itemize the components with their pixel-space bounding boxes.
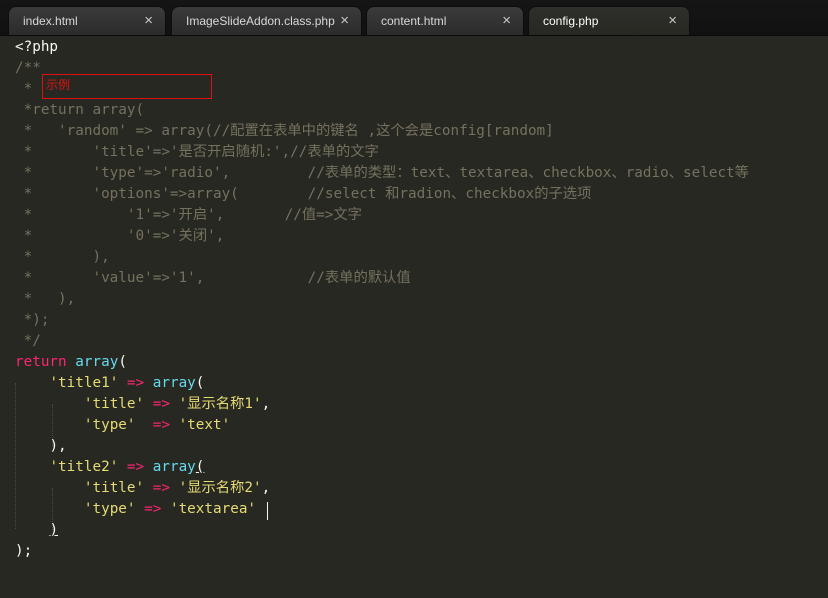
- code-line: * ),: [15, 291, 76, 307]
- code-line: 'title2' => array(: [15, 457, 204, 478]
- code-line: * ),: [15, 249, 110, 265]
- code-line: * 'value'=>'1', //表单的默认值: [15, 270, 411, 286]
- code-line: <?php: [15, 39, 59, 55]
- string-token: 'textarea': [169, 501, 257, 517]
- matched-bracket: (: [195, 459, 205, 475]
- operator-token: =>: [126, 375, 145, 391]
- string-token: '显示名称2': [178, 480, 262, 496]
- code-line: 'title' => '显示名称1',: [15, 394, 270, 415]
- function-token: array: [152, 375, 196, 391]
- code-line: * 'options'=>array( //select 和radion、che…: [15, 186, 592, 202]
- function-token: array: [75, 354, 119, 370]
- close-icon[interactable]: ×: [340, 12, 349, 29]
- code-line: *);: [15, 312, 50, 328]
- code-line: ): [15, 520, 58, 541]
- tab-label: ImageSlideAddon.class.php: [186, 14, 335, 28]
- string-token: 'title2': [49, 459, 119, 475]
- function-token: array: [152, 459, 196, 475]
- code-line: */: [15, 333, 41, 349]
- code-line: return array(: [15, 352, 127, 373]
- code-line: 'type' => 'textarea': [15, 499, 256, 520]
- code-line: *: [15, 81, 33, 97]
- annotation-label: 示例: [46, 78, 71, 92]
- code-line: );: [15, 543, 33, 559]
- code-line: /**: [15, 60, 41, 76]
- tab-label: content.html: [381, 14, 447, 28]
- code-line: * 'type'=>'radio', //表单的类型：text、textarea…: [15, 165, 749, 181]
- code-line: ),: [15, 436, 67, 457]
- matched-bracket: ): [49, 522, 59, 538]
- close-icon[interactable]: ×: [144, 12, 153, 29]
- close-icon[interactable]: ×: [668, 12, 677, 29]
- operator-token: =>: [152, 480, 170, 496]
- tab-label: index.html: [23, 14, 78, 28]
- punct-token: ),: [49, 438, 67, 454]
- code-line: * 'random' => array(//配置在表单中的键名 ,这个会是con…: [15, 123, 554, 139]
- tab-config-php[interactable]: config.php ×: [528, 6, 690, 35]
- tab-index-html[interactable]: index.html ×: [8, 6, 166, 35]
- string-token: 'text': [178, 417, 231, 433]
- operator-token: =>: [126, 459, 145, 475]
- tab-content-html[interactable]: content.html ×: [366, 6, 524, 35]
- operator-token: =>: [152, 417, 170, 433]
- string-token: 'title': [83, 396, 145, 412]
- operator-token: =>: [144, 501, 162, 517]
- punct-token: ,: [261, 396, 271, 412]
- code-line: * 'title'=>'是否开启随机:',//表单的文字: [15, 144, 379, 160]
- keyword-token: return: [15, 354, 67, 370]
- code-editor[interactable]: <?php /** * *return array( * 'random' =>…: [0, 36, 828, 598]
- tab-imageslideaddon-class-php[interactable]: ImageSlideAddon.class.php ×: [171, 6, 362, 35]
- text-cursor: [267, 502, 268, 520]
- tab-label: config.php: [543, 14, 599, 28]
- punct-token: (: [118, 354, 127, 370]
- punct-token: ,: [261, 480, 271, 496]
- punct-token: (: [195, 375, 205, 391]
- string-token: 'type': [83, 417, 136, 433]
- code-line: *return array(: [15, 102, 145, 118]
- code-line: * '1'=>'开启', //值=>文字: [15, 207, 362, 223]
- string-token: 'title': [83, 480, 145, 496]
- operator-token: =>: [152, 396, 170, 412]
- code-line: 'title1' => array(: [15, 373, 204, 394]
- string-token: '显示名称1': [178, 396, 262, 412]
- annotation-box: 示例: [42, 74, 212, 99]
- code-line: * '0'=>'关闭',: [15, 228, 225, 244]
- code-line: 'type' => 'text': [15, 415, 230, 436]
- editor-window: index.html × ImageSlideAddon.class.php ×…: [0, 0, 828, 598]
- code-line: 'title' => '显示名称2',: [15, 478, 270, 499]
- close-icon[interactable]: ×: [502, 12, 511, 29]
- tab-bar: index.html × ImageSlideAddon.class.php ×…: [0, 0, 828, 36]
- string-token: 'type': [83, 501, 136, 517]
- string-token: 'title1': [49, 375, 119, 391]
